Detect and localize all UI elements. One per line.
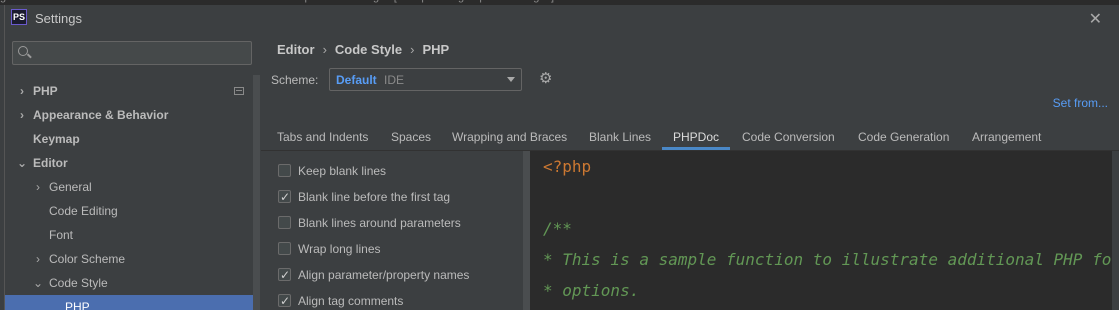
settings-content: Editor › Code Style › PHP Scheme: Default ID… xyxy=(261,35,1119,310)
background-menu-item: Run xyxy=(130,0,150,3)
option-label: Align parameter/property names xyxy=(298,268,470,282)
tab-arrangement[interactable]: Arrangement xyxy=(972,124,1041,150)
background-menu-item: Code xyxy=(34,0,60,3)
breadcrumb: Editor › Code Style › PHP xyxy=(277,42,449,57)
tree-item-general[interactable]: › General xyxy=(5,175,260,199)
checkbox[interactable] xyxy=(278,187,291,207)
tree-item-label: Editor xyxy=(33,156,68,170)
checkbox[interactable] xyxy=(278,265,291,285)
tree-scrollbar[interactable] xyxy=(253,75,260,310)
background-menu-item: Help xyxy=(288,0,311,3)
scheme-subtitle: IDE xyxy=(384,73,405,87)
code-line: /** xyxy=(543,219,572,238)
background-menu-item: Refactor xyxy=(74,0,116,3)
tree-item-php[interactable]: › PHP xyxy=(5,79,260,103)
checkbox[interactable] xyxy=(278,216,291,229)
chevron-right-icon[interactable]: › xyxy=(33,247,43,271)
code-preview: <?php /** * This is a sample function to … xyxy=(530,151,1112,310)
option-label: Blank line before the first tag xyxy=(298,190,451,204)
tree-item-label: Font xyxy=(49,228,74,242)
breadcrumb-item: PHP xyxy=(422,42,450,57)
scheme-label: Scheme: xyxy=(271,73,319,87)
phpstorm-logo-icon: PS xyxy=(11,9,27,25)
phpdoc-options: Keep blank lines Blank line before the fi… xyxy=(261,151,523,310)
tree-item-php[interactable]: PHP xyxy=(5,295,260,310)
checkbox[interactable] xyxy=(278,291,291,310)
options-scrollbar[interactable] xyxy=(523,151,530,310)
project-scope-icon xyxy=(234,87,244,95)
title-bar: PS Settings ✕ xyxy=(5,5,1119,35)
preview-scrollbar[interactable] xyxy=(1112,151,1119,310)
code-line: * This is a sample function to illustrat… xyxy=(543,250,1112,269)
chevron-down-icon[interactable]: ⌄ xyxy=(17,151,27,175)
background-menu-item: Git xyxy=(205,0,219,3)
settings-tree-panel: › PHP › Appearance & Behavior Keymap ⌄ Editor ›… xyxy=(5,35,260,310)
option-label: Wrap long lines xyxy=(298,242,381,256)
tab-blank-lines[interactable]: Blank Lines xyxy=(589,124,651,150)
tree-item-font[interactable]: Font xyxy=(5,223,260,247)
tree-item-appearance-behavior[interactable]: › Appearance & Behavior xyxy=(5,103,260,127)
chevron-right-icon[interactable]: › xyxy=(17,79,27,103)
tree-item-label: PHP xyxy=(65,300,90,310)
background-menu-item: gate xyxy=(0,0,21,3)
tree-item-label: Code Style xyxy=(49,276,108,290)
gear-icon[interactable]: ⚙ xyxy=(539,71,555,87)
tree-item-label: PHP xyxy=(33,84,58,98)
background-menu-item: Window xyxy=(232,0,271,3)
option-label: Blank lines around parameters xyxy=(298,216,461,230)
tree-item-label: Code Editing xyxy=(49,204,118,218)
tab-phpdoc[interactable]: PHPDoc xyxy=(662,124,731,150)
background-menu-item: Tools xyxy=(163,0,189,3)
search-icon xyxy=(18,46,28,56)
tree-item-label: General xyxy=(49,180,92,194)
option-label: Keep blank lines xyxy=(298,164,387,178)
tree-item-code-editing[interactable]: Code Editing xyxy=(5,199,260,223)
checkbox[interactable] xyxy=(278,164,291,177)
option-label: Align tag comments xyxy=(298,294,404,308)
tree-item-keymap[interactable]: Keymap xyxy=(5,127,260,151)
tab-code-conversion[interactable]: Code Conversion xyxy=(742,124,835,150)
code-line: * options. xyxy=(543,281,640,300)
scheme-dropdown[interactable]: Default IDE xyxy=(329,68,522,91)
chevron-right-icon[interactable]: › xyxy=(17,103,27,127)
tree-item-label: Appearance & Behavior xyxy=(33,108,169,122)
tree-item-label: Keymap xyxy=(33,132,80,146)
code-line: <?php xyxy=(543,157,592,176)
background-menu-item: findcorguk [\\temp\managed\pas\findcorgu… xyxy=(340,0,554,3)
tab-wrapping-and-braces[interactable]: Wrapping and Braces xyxy=(452,124,567,150)
tab-tabs-and-indents[interactable]: Tabs and Indents xyxy=(277,124,368,150)
breadcrumb-separator-icon: › xyxy=(410,42,415,57)
tree-item-editor[interactable]: ⌄ Editor xyxy=(5,151,260,175)
chevron-right-icon[interactable]: › xyxy=(33,175,43,199)
tab-code-generation[interactable]: Code Generation xyxy=(858,124,949,150)
tree-item-label: Color Scheme xyxy=(49,252,126,266)
window-title: Settings xyxy=(35,11,82,26)
settings-dialog: PS Settings ✕ › PHP › Appearance & Behavior… xyxy=(4,5,1119,310)
breadcrumb-separator-icon: › xyxy=(322,42,327,57)
tree-item-code-style[interactable]: ⌄ Code Style xyxy=(5,271,260,295)
chevron-down-icon xyxy=(507,77,515,82)
search-input[interactable] xyxy=(12,41,252,65)
checkbox[interactable] xyxy=(278,242,291,255)
breadcrumb-item: Editor xyxy=(277,42,315,57)
tab-spaces[interactable]: Spaces xyxy=(391,124,431,150)
close-icon[interactable]: ✕ xyxy=(1089,9,1102,29)
scheme-value: Default xyxy=(336,73,377,87)
set-from-link[interactable]: Set from... xyxy=(1053,96,1108,110)
tree-item-color-scheme[interactable]: › Color Scheme xyxy=(5,247,260,271)
chevron-down-icon[interactable]: ⌄ xyxy=(33,271,43,295)
breadcrumb-item: Code Style xyxy=(334,42,403,57)
